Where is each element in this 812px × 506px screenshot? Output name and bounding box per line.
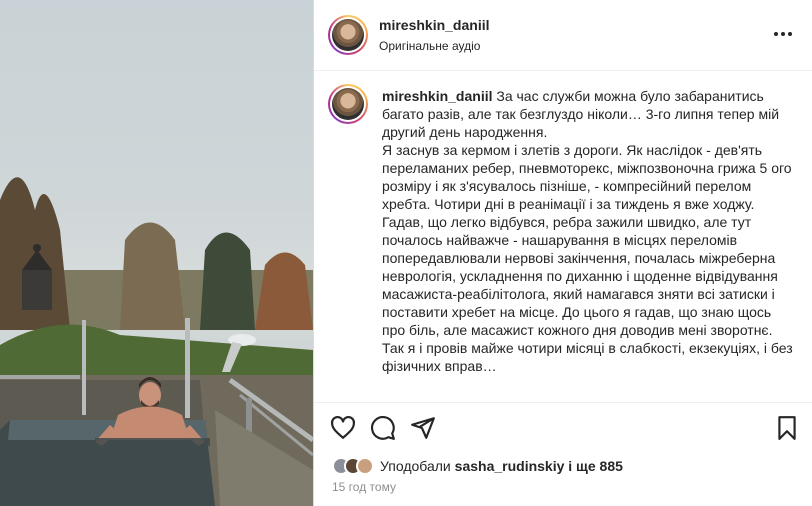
caption-text: За час служби можна було забаранитись ба… <box>382 88 793 374</box>
caption-area: mireshkin_daniil За час служби можна бул… <box>314 72 812 402</box>
audio-label[interactable]: Оригінальне аудіо <box>379 39 480 53</box>
more-horizontal-icon[interactable] <box>773 24 793 44</box>
likes-user[interactable]: sasha_rudinskiy <box>455 458 565 474</box>
bookmark-icon[interactable] <box>774 415 800 441</box>
likes-count[interactable]: Уподобали sasha_rudinskiy і ще 885 <box>380 458 623 474</box>
send-icon[interactable] <box>410 415 436 441</box>
likes-row: Уподобали sasha_rudinskiy і ще 885 <box>332 456 623 476</box>
action-bar <box>314 402 812 452</box>
post-timestamp: 15 год тому <box>332 480 396 494</box>
caption-avatar[interactable] <box>328 84 368 124</box>
caption-username[interactable]: mireshkin_daniil <box>382 88 492 104</box>
liker-avatar[interactable] <box>356 457 374 475</box>
caption: mireshkin_daniil За час служби можна бул… <box>382 87 794 375</box>
comment-icon[interactable] <box>370 415 396 441</box>
photo-illustration <box>0 177 313 506</box>
post-header: mireshkin_daniil Оригінальне аудіо <box>314 0 812 71</box>
post-detail-panel: mireshkin_daniil Оригінальне аудіо mires… <box>313 0 812 506</box>
header-username[interactable]: mireshkin_daniil <box>379 17 489 33</box>
avatar[interactable] <box>328 15 368 55</box>
heart-icon[interactable] <box>330 415 356 441</box>
post-photo <box>0 0 313 506</box>
